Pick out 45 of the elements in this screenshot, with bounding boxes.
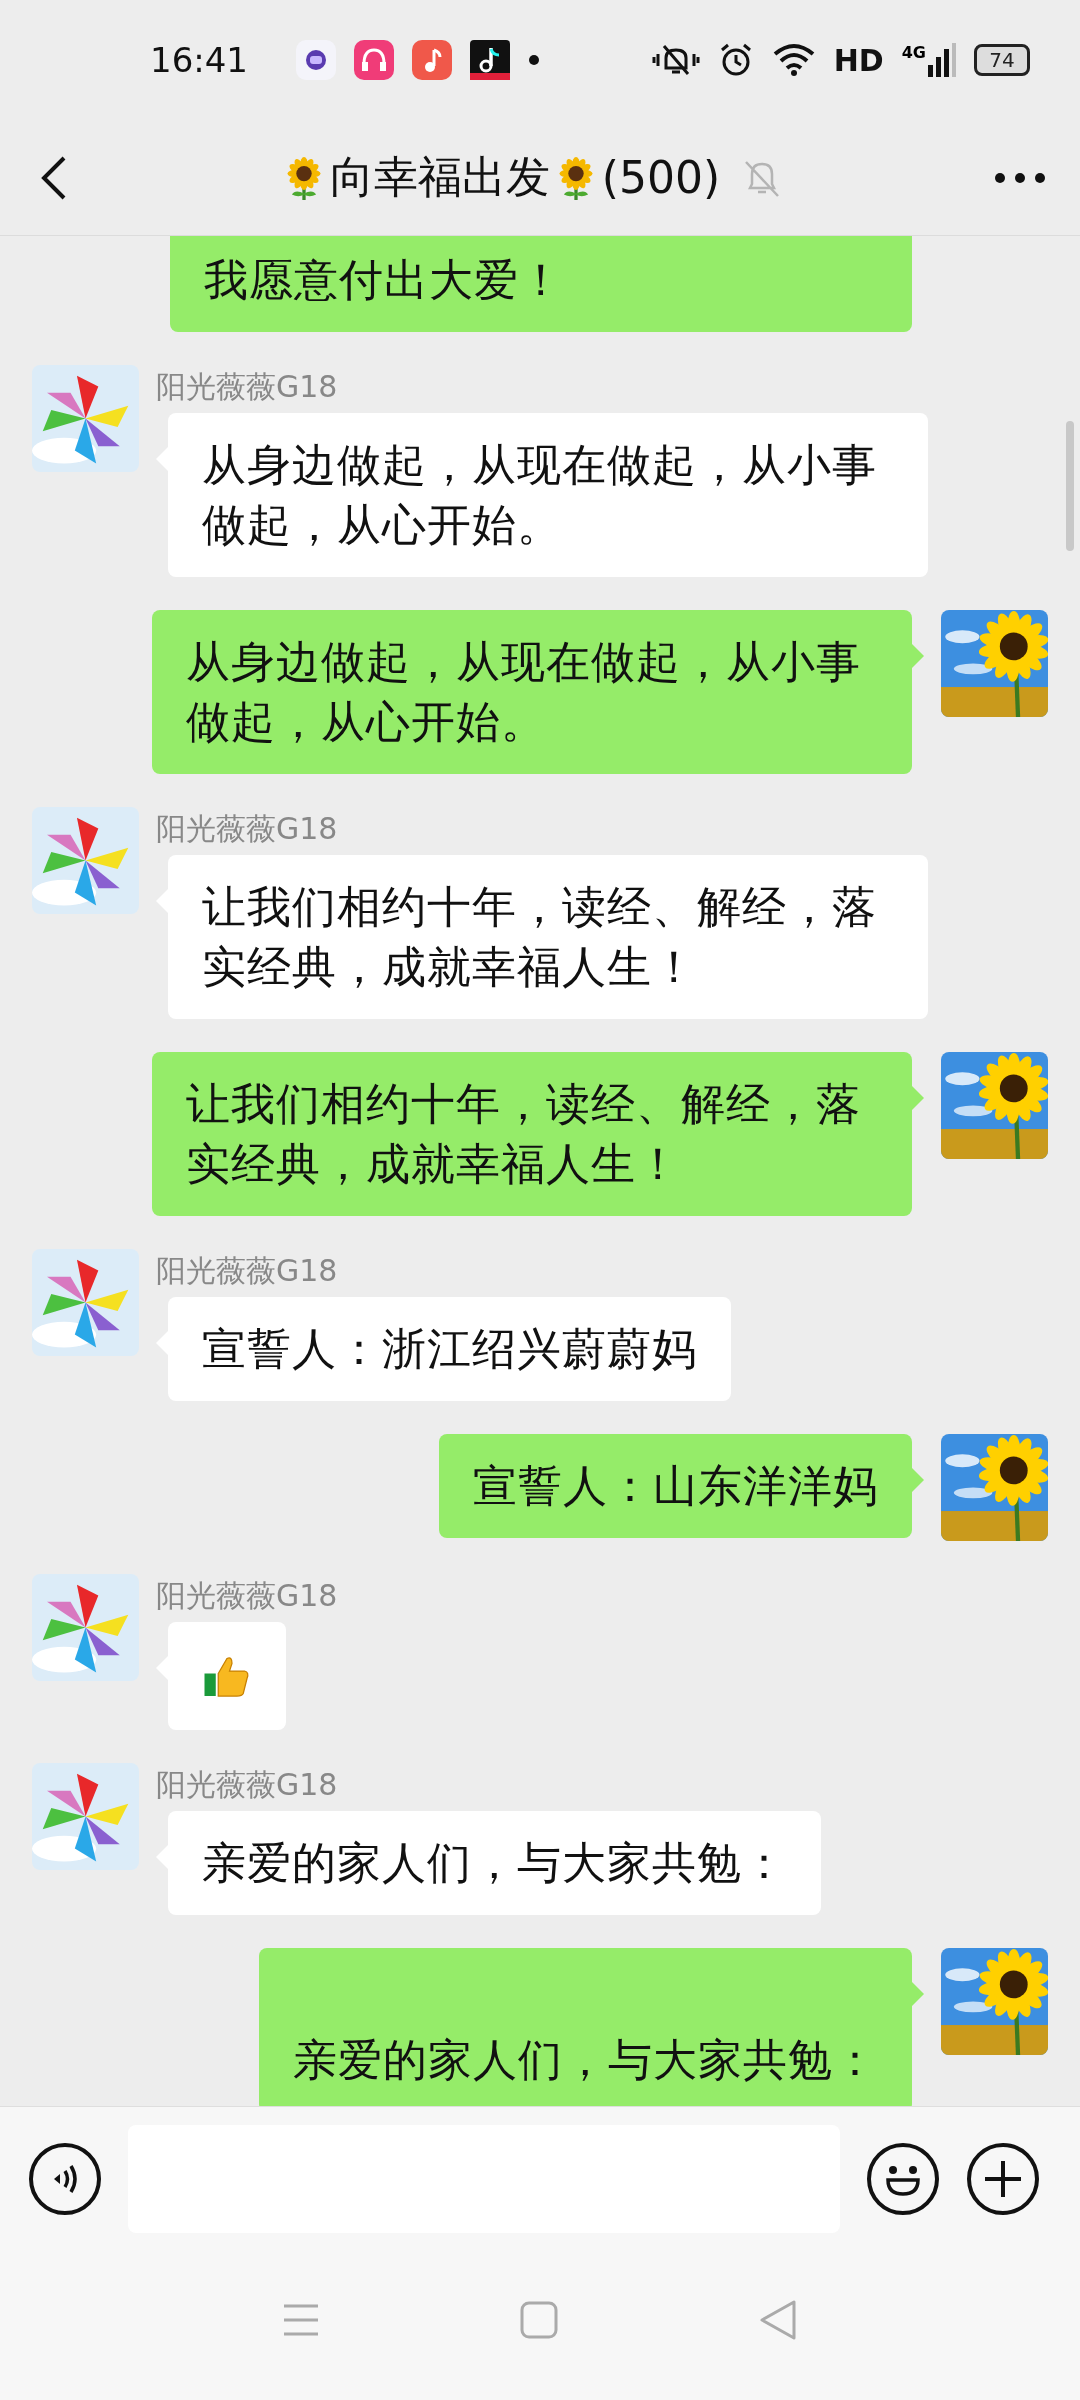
signal-icon <box>928 43 956 77</box>
message-bubble: 我愿意付出大爱！ <box>170 236 912 332</box>
sender-name: 阳光薇薇G18 <box>156 810 338 848</box>
pinwheel-avatar[interactable] <box>32 1574 139 1681</box>
message-bubble: 让我们相约十年，读经、解经，落实经典，成就幸福人生！ <box>168 855 928 1019</box>
message-bubble: 让我们相约十年，读经、解经，落实经典，成就幸福人生！ <box>152 1052 912 1216</box>
chat-title: 向幸福出发 <box>329 150 550 204</box>
sender-name: 阳光薇薇G18 <box>156 1252 338 1290</box>
headphones-app-icon <box>354 40 394 80</box>
bubble-tail <box>912 644 924 668</box>
message-bubble: 亲爱的家人们，与大家共勉： <box>168 1811 821 1915</box>
status-time: 16:41 <box>150 40 248 80</box>
vibrate-off-icon <box>651 42 700 78</box>
scrollbar[interactable] <box>1066 421 1074 551</box>
add-button[interactable] <box>966 2141 1040 2216</box>
sunflower-avatar[interactable] <box>941 1948 1048 2055</box>
pinwheel-avatar[interactable] <box>32 365 139 472</box>
message-bubble: 宣誓人：山东洋洋妈 <box>439 1434 912 1538</box>
message-bubble: 从身边做起，从现在做起，从小事做起，从心开始。 <box>168 413 928 577</box>
battery-icon: 74 <box>974 44 1030 76</box>
message-bubble: 宣誓人：浙江绍兴蔚蔚妈 <box>168 1297 731 1401</box>
bubble-tail <box>912 1982 924 2006</box>
emoji-button[interactable] <box>866 2141 940 2216</box>
pinwheel-avatar[interactable] <box>32 1249 139 1356</box>
hd-indicator: HD <box>833 42 884 78</box>
pinwheel-avatar[interactable] <box>32 1763 139 1870</box>
sender-name: 阳光薇薇G18 <box>156 368 338 406</box>
bubble-tail <box>912 1086 924 1110</box>
sender-name: 阳光薇薇G18 <box>156 1577 338 1615</box>
pinwheel-avatar[interactable] <box>32 807 139 914</box>
sunflower-avatar[interactable] <box>941 610 1048 717</box>
music-note-app-icon <box>412 40 452 80</box>
network-type: 4G <box>901 43 926 62</box>
music-note-app-icon <box>470 40 510 80</box>
message-bubble: 亲爱的家人们，与大家共勉： <box>259 1948 912 2106</box>
sunflower-avatar[interactable] <box>941 1052 1048 1159</box>
message-bubble: 从身边做起，从现在做起，从小事做起，从心开始。 <box>152 610 912 774</box>
app-icon <box>296 40 336 80</box>
bubble-tail <box>912 1468 924 1492</box>
member-count: (500) <box>601 152 721 203</box>
notification-dot-icon <box>528 54 540 66</box>
wifi-icon <box>771 42 816 78</box>
voice-button[interactable] <box>28 2141 102 2216</box>
sunflower-avatar[interactable] <box>941 1434 1048 1541</box>
sender-name: 阳光薇薇G18 <box>156 1766 338 1804</box>
